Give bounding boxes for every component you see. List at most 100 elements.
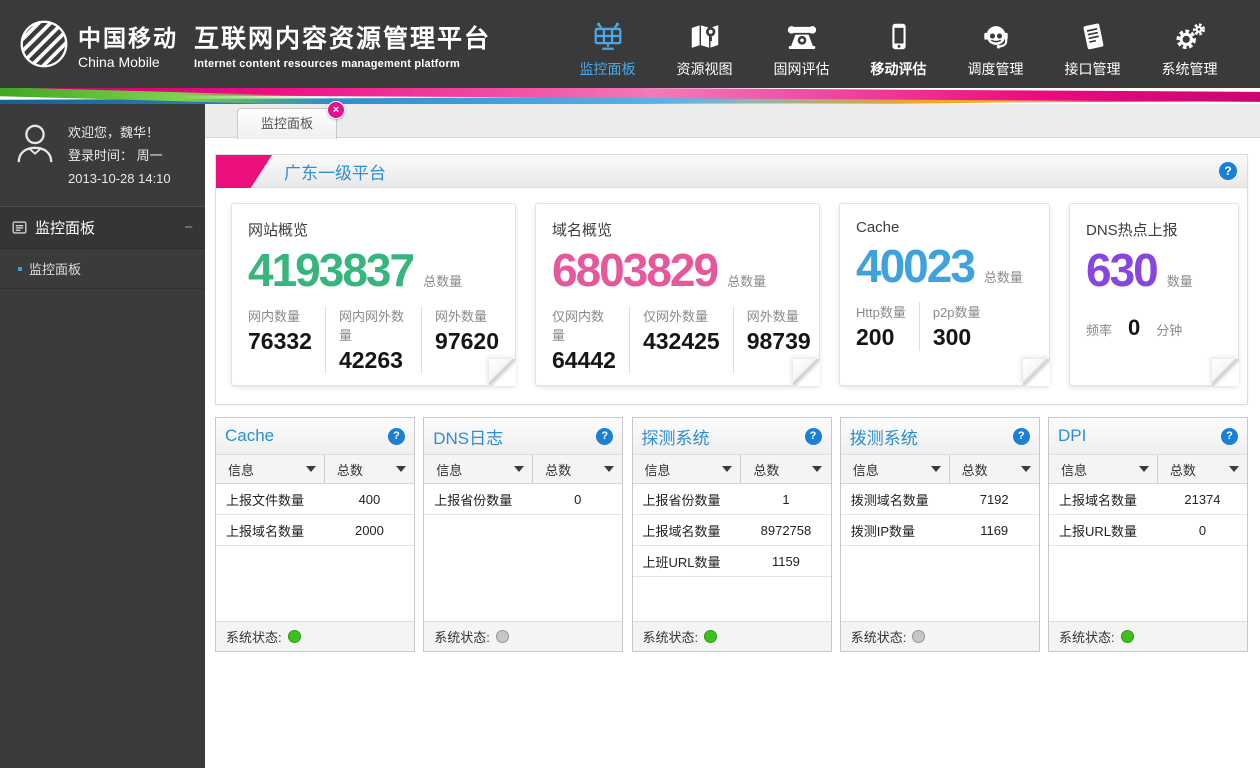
column-header-total[interactable]: 总数 [325, 455, 414, 483]
sort-arrow-icon[interactable] [722, 466, 732, 472]
table-row: 上报省份数量 0 [424, 484, 622, 515]
system-status: 系统状态: [633, 621, 831, 651]
main-area: 监控面板 × 广东一级平台 ? 网站概览 4193837 总数量 [205, 104, 1260, 768]
app-title: 互联网内容资源管理平台 [194, 19, 491, 55]
column-header-total[interactable]: 总数 [741, 455, 830, 483]
table-row: 拨测IP数量 1169 [841, 515, 1039, 546]
help-icon[interactable]: ? [1219, 162, 1237, 180]
panel-dns-log: DNS日志 ? 信息 总数 上报省份数量 0 系统状态: [423, 417, 623, 652]
tab-strip: 监控面板 × [205, 104, 1260, 138]
column-header-total[interactable]: 总数 [533, 455, 622, 483]
system-status: 系统状态: [216, 621, 414, 651]
card-stat: 网内网外数量 42263 [339, 306, 422, 374]
status-dot [912, 630, 925, 643]
tab-monitor-panel[interactable]: 监控面板 × [237, 108, 337, 139]
column-header-info[interactable]: 信息 [424, 455, 533, 483]
nav-item-resource-view[interactable]: 资源视图 [656, 10, 753, 79]
nav-item-dispatch-mgmt[interactable]: 调度管理 [947, 10, 1044, 79]
sort-arrow-icon[interactable] [1021, 466, 1031, 472]
card-stat: 网外数量 98739 [747, 306, 811, 374]
system-status: 系统状态: [1049, 621, 1247, 651]
nav-item-mobile-eval[interactable]: 移动评估 [850, 10, 947, 79]
document-icon [1044, 16, 1141, 52]
column-header-info[interactable]: 信息 [1049, 455, 1158, 483]
panel-probe-system: 探测系统 ? 信息 总数 上报省份数量 1 上报域名数量 8972758 [632, 417, 832, 652]
card-dns-hotspot: DNS热点上报 630 数量 频率 0 分钟 [1069, 203, 1239, 386]
help-icon[interactable]: ? [1013, 428, 1030, 445]
collapse-icon[interactable]: − [184, 219, 193, 236]
headset-icon [947, 16, 1044, 52]
big-number: 40023 [856, 240, 974, 293]
login-datetime: 2013-10-28 14:10 [68, 168, 171, 191]
login-time-label: 登录时间： 周一 [68, 145, 171, 168]
table-row: 上报域名数量 8972758 [633, 515, 831, 546]
sort-arrow-icon[interactable] [306, 466, 316, 472]
card-stat: 网内数量 76332 [248, 306, 326, 374]
sort-arrow-icon[interactable] [812, 466, 822, 472]
nav-item-monitor-panel[interactable]: 监控面板 [559, 10, 656, 79]
gears-icon [1141, 16, 1238, 52]
help-icon[interactable]: ? [1221, 428, 1238, 445]
table-row: 上报域名数量 2000 [216, 515, 414, 546]
sort-arrow-icon[interactable] [514, 466, 524, 472]
card-stat: 仅网内数量 64442 [552, 306, 630, 374]
top-header: 中国移动 China Mobile 互联网内容资源管理平台 Internet c… [0, 0, 1260, 88]
welcome-text: 欢迎您，魏华！ [68, 122, 171, 145]
status-dot [704, 630, 717, 643]
menu-doc-icon [12, 221, 27, 234]
card-domain-overview: 域名概览 6803829 总数量 仅网内数量 64442 仅网外数量 43242… [535, 203, 820, 386]
big-number: 4193837 [248, 244, 413, 297]
card-cache-overview: Cache 40023 总数量 Http数量 200 p2p数量 300 [839, 203, 1050, 386]
card-stat: 仅网外数量 432425 [643, 306, 734, 374]
section-header: 广东一级平台 ? [216, 155, 1247, 188]
pink-flag-decoration [216, 155, 272, 188]
card-website-overview: 网站概览 4193837 总数量 网内数量 76332 网内网外数量 42263 [231, 203, 516, 386]
status-dot [1121, 630, 1134, 643]
column-header-info[interactable]: 信息 [633, 455, 742, 483]
sort-arrow-icon[interactable] [931, 466, 941, 472]
status-dot [288, 630, 301, 643]
nav-item-system-mgmt[interactable]: 系统管理 [1141, 10, 1238, 79]
panel-dpi: DPI ? 信息 总数 上报域名数量 21374 上报URL数量 0 [1048, 417, 1248, 652]
sort-arrow-icon[interactable] [1229, 466, 1239, 472]
card-stat: 网外数量 97620 [435, 306, 499, 374]
help-icon[interactable]: ? [388, 428, 405, 445]
main-nav: 监控面板 资源视图 [559, 10, 1260, 79]
brand-logo: 中国移动 China Mobile [0, 18, 178, 70]
help-icon[interactable]: ? [596, 428, 613, 445]
decorative-ribbon [0, 88, 1260, 104]
sidebar-subitem-monitor-panel[interactable]: 监控面板 [0, 249, 205, 289]
sidebar-menu-monitor-panel[interactable]: 监控面板 − [0, 206, 205, 249]
summary-cards-row: 网站概览 4193837 总数量 网内数量 76332 网内网外数量 42263 [216, 188, 1247, 404]
menu-label: 监控面板 [35, 217, 95, 238]
panel-cache: Cache ? 信息 总数 上报文件数量 400 上报域名数量 2000 [215, 417, 415, 652]
sort-arrow-icon[interactable] [396, 466, 406, 472]
column-header-info[interactable]: 信息 [216, 455, 325, 483]
platform-summary-panel: 广东一级平台 ? 网站概览 4193837 总数量 网内数量 76332 [215, 154, 1248, 405]
mobile-icon [850, 16, 947, 52]
close-icon[interactable]: × [327, 101, 345, 119]
table-row: 上报域名数量 21374 [1049, 484, 1247, 515]
column-header-total[interactable]: 总数 [1158, 455, 1247, 483]
big-number: 630 [1086, 244, 1157, 297]
nav-item-interface-mgmt[interactable]: 接口管理 [1044, 10, 1141, 79]
table-row: 上报省份数量 1 [633, 484, 831, 515]
sidebar: 欢迎您，魏华！ 登录时间： 周一 2013-10-28 14:10 监控面板 −… [0, 104, 205, 768]
system-status: 系统状态: [424, 621, 622, 651]
user-info: 欢迎您，魏华！ 登录时间： 周一 2013-10-28 14:10 [0, 104, 205, 206]
sort-arrow-icon[interactable] [604, 466, 614, 472]
system-status: 系统状态: [841, 621, 1039, 651]
user-avatar-icon [12, 122, 58, 166]
table-row: 上报文件数量 400 [216, 484, 414, 515]
column-header-total[interactable]: 总数 [950, 455, 1039, 483]
dashboard-icon [559, 16, 656, 52]
help-icon[interactable]: ? [805, 428, 822, 445]
nav-item-fixed-network-eval[interactable]: 固网评估 [753, 10, 850, 79]
column-header-info[interactable]: 信息 [841, 455, 950, 483]
status-dot [496, 630, 509, 643]
map-icon [656, 16, 753, 52]
table-row: 拨测域名数量 7192 [841, 484, 1039, 515]
phone-icon [753, 16, 850, 52]
panel-dial-test-system: 拨测系统 ? 信息 总数 拨测域名数量 7192 拨测IP数量 1169 [840, 417, 1040, 652]
sort-arrow-icon[interactable] [1139, 466, 1149, 472]
